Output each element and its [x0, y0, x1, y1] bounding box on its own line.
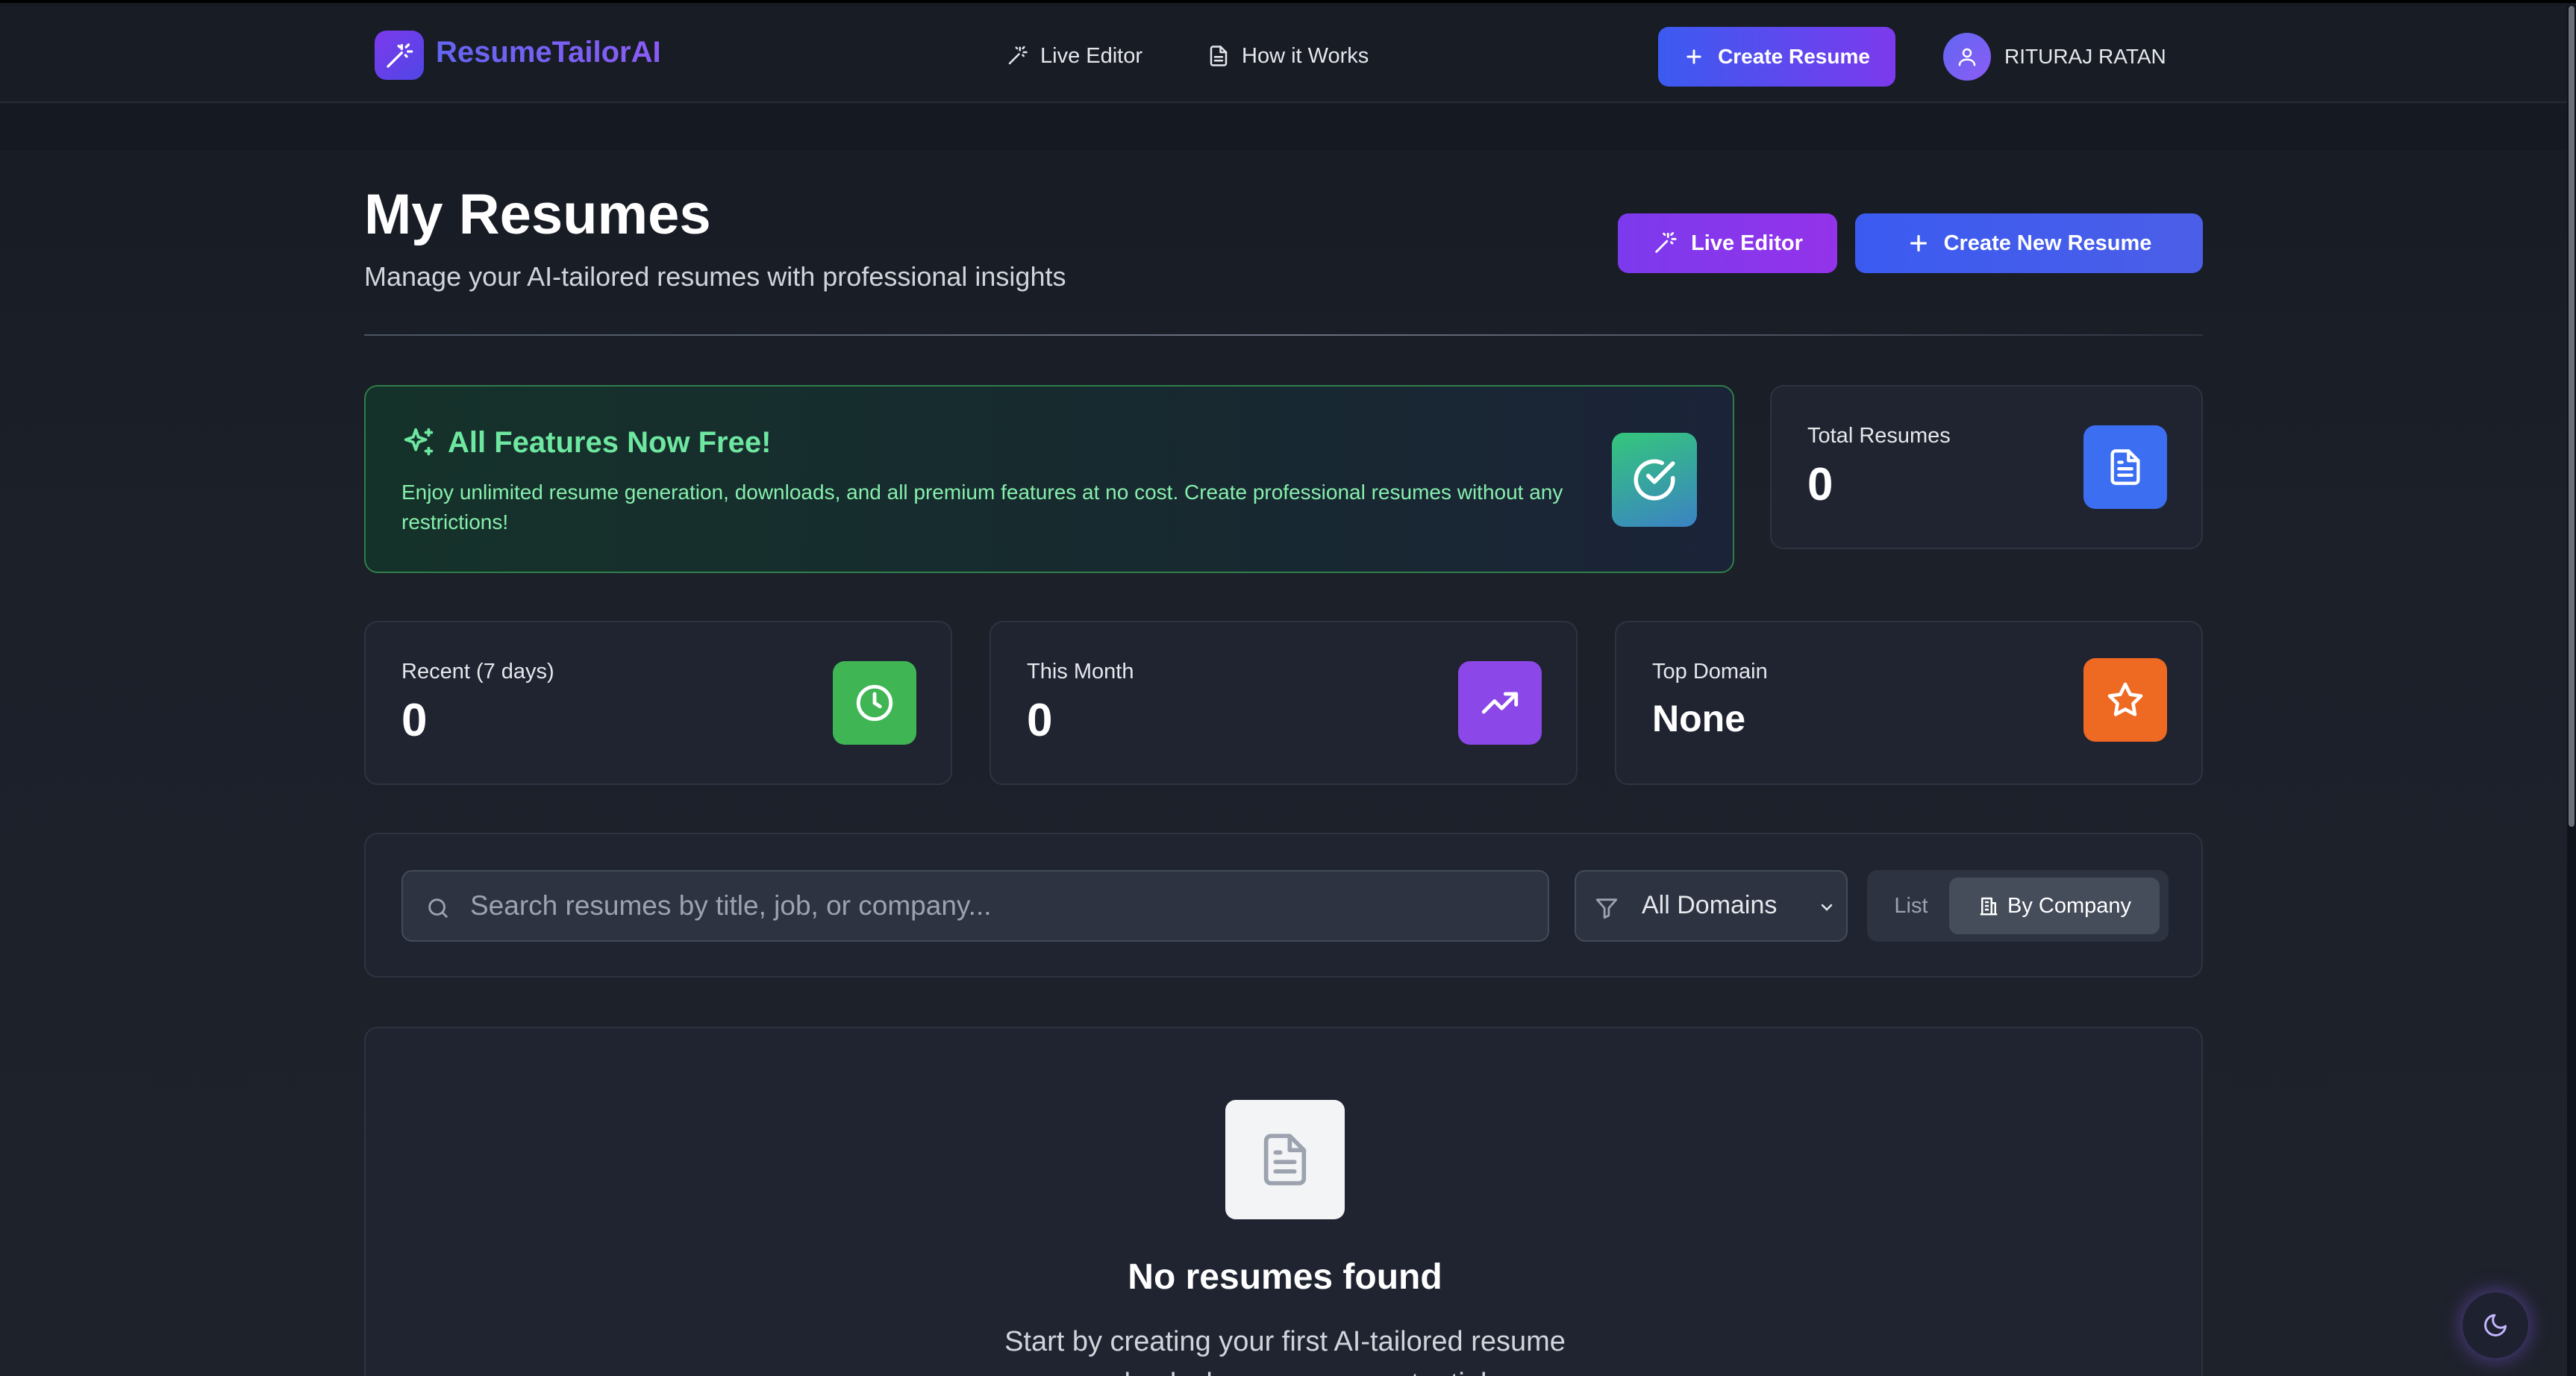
live-editor-label: Live Editor	[1691, 231, 1803, 255]
user-name: RITURAJ RATAN	[2004, 45, 2166, 68]
app-root: ResumeTailorAI Live Editor How it Works …	[0, 0, 2576, 1376]
stat-total-resumes: Total Resumes 0	[1770, 385, 2203, 549]
promo-title: All Features Now Free!	[448, 425, 772, 459]
document-icon	[2110, 449, 2140, 485]
stat-icon-box	[2083, 658, 2167, 742]
nav-label: Live Editor	[1040, 43, 1143, 68]
create-new-resume-button[interactable]: Create New Resume	[1855, 213, 2203, 273]
plus-icon	[1910, 235, 1927, 251]
view-by-company-button[interactable]: By Company	[1949, 878, 2160, 934]
search-input[interactable]	[470, 872, 1530, 940]
scrollbar[interactable]	[2567, 6, 2576, 1376]
create-resume-button[interactable]: Create Resume	[1658, 27, 1895, 87]
page-title: My Resumes	[364, 183, 711, 246]
stat-icon-box	[1458, 661, 1542, 745]
promo-card: All Features Now Free! Enjoy unlimited r…	[364, 385, 1734, 573]
wand-sparkles-icon	[387, 43, 413, 68]
empty-state-text: Start by creating your first AI-tailored…	[1004, 1326, 1566, 1376]
stat-icon-box	[833, 661, 916, 745]
document-icon	[1263, 1133, 1307, 1186]
stat-label: This Month	[1027, 660, 1134, 684]
domain-select[interactable]: All Domains	[1575, 870, 1848, 942]
moon-icon	[2484, 1314, 2507, 1336]
search-icon	[428, 898, 448, 918]
promo-text: Enjoy unlimited resume generation, downl…	[401, 481, 1563, 534]
avatar	[1943, 33, 1991, 81]
stat-value: 0	[1807, 459, 1833, 510]
brand-logo[interactable]	[375, 31, 424, 80]
building-icon	[1980, 897, 1998, 916]
divider	[364, 334, 2203, 336]
document-icon	[1210, 46, 1228, 66]
top-header: ResumeTailorAI Live Editor How it Works …	[0, 6, 2567, 103]
check-badge	[1612, 433, 1697, 527]
stat-value: 0	[1027, 695, 1053, 746]
wand-sparkles-icon	[1008, 46, 1028, 65]
scrollbar-thumb[interactable]	[2569, 6, 2575, 827]
stat-label: Recent (7 days)	[401, 660, 554, 684]
stat-this-month: This Month 0	[990, 621, 1578, 785]
stat-icon-box	[2083, 425, 2167, 509]
theme-toggle-button[interactable]	[2463, 1292, 2528, 1358]
clock-icon	[856, 684, 893, 722]
sparkles-icon	[404, 428, 434, 456]
trending-up-icon	[1481, 692, 1519, 714]
empty-state-icon-box	[1225, 1100, 1345, 1219]
nav-label: How it Works	[1242, 43, 1369, 68]
check-circle-icon	[1634, 459, 1675, 501]
stat-value: 0	[401, 695, 428, 746]
stat-top-domain: Top Domain None	[1615, 621, 2203, 785]
nav-how-it-works[interactable]: How it Works	[1207, 39, 1369, 73]
create-resume-label: Create Resume	[1718, 45, 1870, 68]
chevron-down-icon	[1821, 904, 1833, 911]
live-editor-button[interactable]: Live Editor	[1618, 213, 1837, 273]
view-toggle: List By Company	[1867, 870, 2169, 942]
filter-panel: All Domains List By Company	[364, 833, 2203, 978]
stat-label: Top Domain	[1652, 660, 1768, 684]
stat-value: None	[1652, 698, 1745, 739]
header-subbar	[0, 104, 2567, 151]
brand-name[interactable]: ResumeTailorAI	[436, 36, 661, 69]
view-list-button[interactable]: List	[1878, 878, 1945, 934]
empty-state-title: No resumes found	[1128, 1257, 1442, 1297]
nav-live-editor[interactable]: Live Editor	[1006, 39, 1142, 73]
plus-icon	[1686, 49, 1701, 64]
view-by-company-label: By Company	[2007, 893, 2131, 918]
stat-recent: Recent (7 days) 0	[364, 621, 952, 785]
search-box[interactable]	[401, 870, 1549, 942]
create-new-resume-label: Create New Resume	[1943, 231, 2152, 255]
page-subtitle: Manage your AI-tailored resumes with pro…	[364, 261, 1066, 292]
domain-select-value: All Domains	[1642, 891, 1778, 919]
empty-state: No resumes found Start by creating your …	[364, 1027, 2203, 1376]
stat-label: Total Resumes	[1807, 424, 1951, 448]
user-icon	[1958, 48, 1976, 66]
promo-title-row: All Features Now Free!	[401, 425, 771, 460]
filter-icon	[1595, 898, 1618, 919]
star-icon	[2107, 682, 2143, 716]
user-menu[interactable]: RITURAJ RATAN	[1943, 33, 2166, 81]
wand-sparkles-icon	[1655, 232, 1677, 253]
